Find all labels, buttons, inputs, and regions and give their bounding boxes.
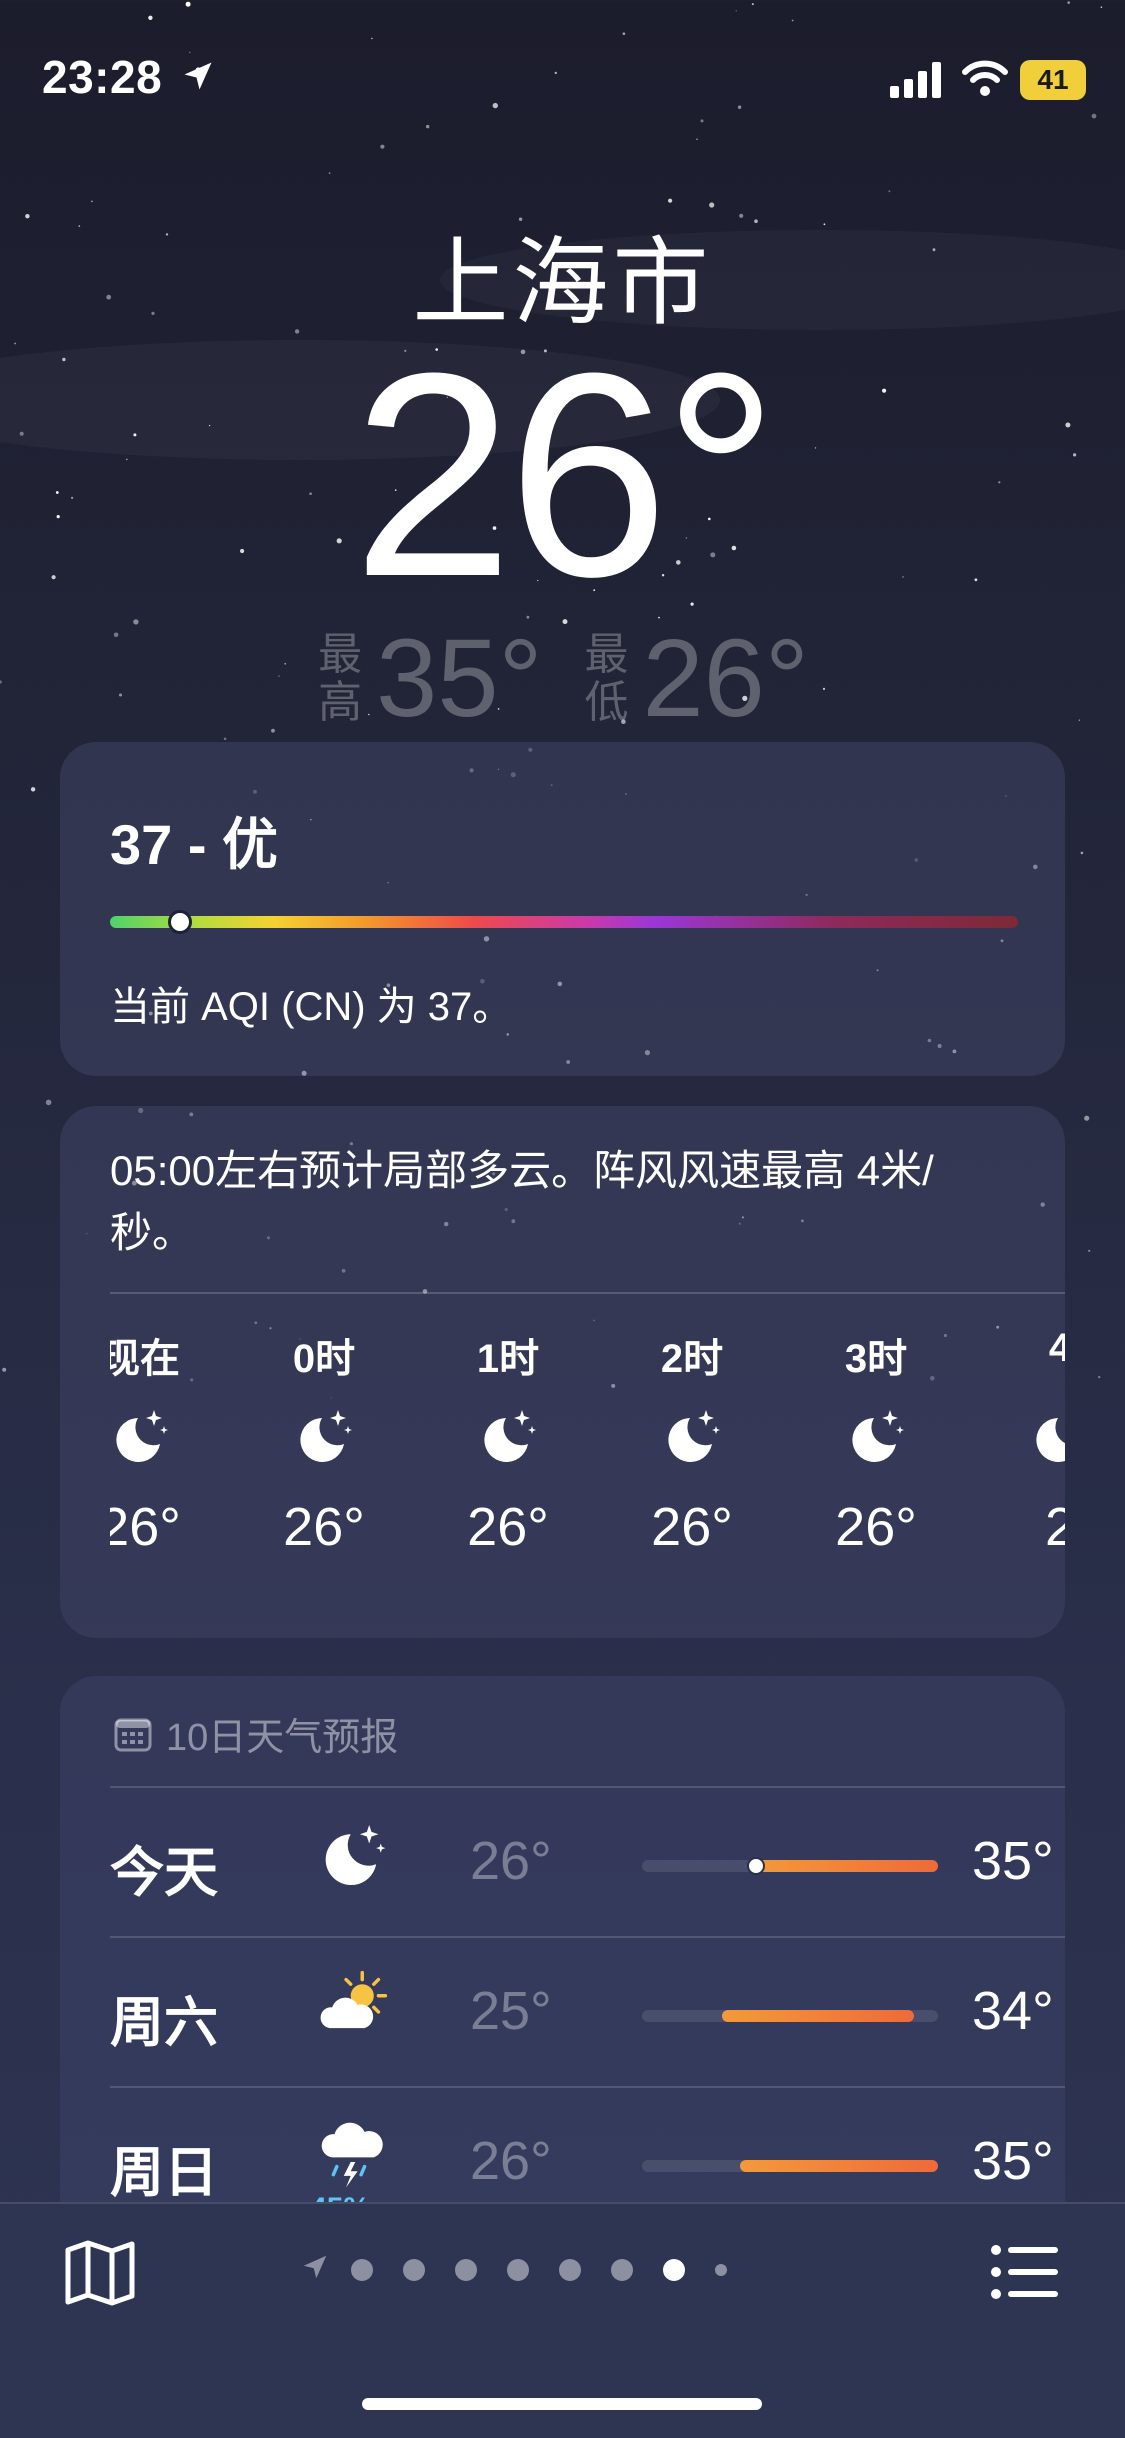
- current-location-icon[interactable]: [300, 2252, 330, 2287]
- aqi-description: 当前 AQI (CN) 为 37。: [110, 985, 513, 1029]
- page-dot[interactable]: [663, 2258, 685, 2281]
- moon-stars-icon: [826, 1376, 926, 1496]
- thunderstorm-icon: [308, 2110, 398, 2200]
- forecast-title: 10日天气预报: [166, 1717, 399, 1759]
- cellular-signal-icon: [890, 62, 941, 98]
- high-low-temperature: 最高 35° 最低 26°: [0, 615, 1125, 742]
- moon-stars-icon: [458, 1376, 558, 1496]
- hour-temperature: 26°: [283, 1497, 365, 1557]
- page-dot[interactable]: [403, 2258, 425, 2281]
- high-temperature: 35°: [376, 617, 543, 740]
- moon-stars-icon: [1010, 1376, 1065, 1496]
- page-dot[interactable]: [455, 2258, 477, 2281]
- hour-label: 3时: [844, 1337, 908, 1381]
- hourly-item: 3时 26°: [826, 1326, 926, 1558]
- forecast-low: 25°: [470, 1981, 552, 2041]
- temperature-range-fill: [721, 2010, 915, 2022]
- hour-label: 4: [1048, 1326, 1065, 1370]
- forecast-high: 34°: [972, 1981, 1054, 2041]
- hour-label: 2时: [660, 1337, 724, 1381]
- forecast-day: 周日: [110, 2143, 218, 2203]
- forecast-low: 26°: [470, 1831, 552, 1891]
- status-time: 23:28: [42, 51, 163, 103]
- hour-temperature: 26°: [651, 1497, 733, 1557]
- aqi-value: 37 - 优: [110, 813, 279, 876]
- hourly-item: 0时 26°: [274, 1326, 374, 1558]
- hour-label: 1时: [476, 1337, 540, 1381]
- hourly-forecast-card[interactable]: 05:00左右预计局部多云。阵风风速最高 4米/秒。 现在 26° 0时 26°…: [60, 1106, 1065, 1638]
- aqi-marker: [168, 910, 193, 934]
- partly-sunny-icon: [308, 1960, 398, 2050]
- location-arrow-icon: [184, 62, 212, 90]
- page-dot[interactable]: [715, 2263, 727, 2276]
- forecast-day: 今天: [110, 1843, 218, 1903]
- current-temp-marker: [747, 1857, 766, 1875]
- city-list-icon[interactable]: [990, 2242, 1060, 2302]
- hourly-scroll-row[interactable]: 现在 26° 0时 26° 1时 26° 2时 26° 3时 26° 4 2: [110, 1326, 1065, 1616]
- divider: [110, 1292, 1065, 1294]
- temperature-range-bar: [642, 1857, 938, 1875]
- moon-stars-icon: [642, 1376, 742, 1496]
- page-dot[interactable]: [611, 2258, 633, 2281]
- forecast-header: 10日天气预报: [114, 1706, 398, 1761]
- low-label: 最低: [584, 629, 629, 727]
- temperature-range-bar: [642, 2160, 938, 2172]
- forecast-low: 26°: [470, 2131, 552, 2191]
- map-icon[interactable]: [64, 2240, 136, 2306]
- hourly-item: 2时 26°: [642, 1326, 742, 1558]
- temperature-range-fill: [754, 1860, 938, 1872]
- hourly-item: 1时 26°: [458, 1326, 558, 1558]
- forecast-row[interactable]: 今天 26° 35°: [110, 1788, 1065, 1936]
- page-dot[interactable]: [559, 2258, 581, 2281]
- current-temperature: 26°: [352, 313, 779, 637]
- hour-temperature: 26°: [110, 1497, 181, 1557]
- hour-label: 0时: [292, 1337, 356, 1381]
- hourly-item: 4 2: [1010, 1326, 1065, 1558]
- battery-indicator: 41: [1020, 60, 1086, 100]
- high-label: 最高: [318, 629, 363, 727]
- hour-temperature: 2: [1044, 1497, 1065, 1557]
- moon-stars-icon: [308, 1810, 398, 1900]
- page-indicator[interactable]: [300, 2252, 742, 2287]
- hour-temperature: 26°: [467, 1497, 549, 1557]
- moon-stars-icon: [274, 1376, 374, 1496]
- low-temperature: 26°: [642, 617, 809, 740]
- page-dot[interactable]: [351, 2258, 373, 2281]
- hourly-summary: 05:00左右预计局部多云。阵风风速最高 4米/秒。: [110, 1147, 934, 1256]
- temperature-range-bar: [642, 2010, 938, 2022]
- page-dot[interactable]: [507, 2258, 529, 2281]
- aqi-scale-bar: [110, 916, 1018, 928]
- hour-label: 现在: [110, 1337, 180, 1381]
- moon-stars-icon: [110, 1376, 190, 1496]
- forecast-day: 周六: [110, 1993, 218, 2053]
- hourly-item: 现在 26°: [110, 1326, 190, 1558]
- wifi-icon: [962, 60, 1008, 96]
- home-indicator: [362, 2398, 762, 2410]
- forecast-high: 35°: [972, 2131, 1054, 2191]
- forecast-row[interactable]: 周六 25° 34°: [110, 1938, 1065, 2086]
- air-quality-card[interactable]: 37 - 优 当前 AQI (CN) 为 37。: [60, 742, 1065, 1076]
- temperature-range-fill: [739, 2160, 938, 2172]
- calendar-icon: [114, 1718, 152, 1751]
- hour-temperature: 26°: [835, 1497, 917, 1557]
- forecast-high: 35°: [972, 1831, 1054, 1891]
